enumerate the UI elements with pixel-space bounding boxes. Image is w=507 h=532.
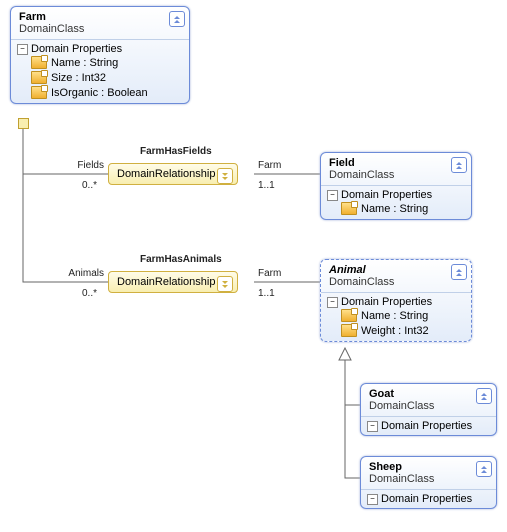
property-icon — [341, 324, 357, 337]
relationship-farmhasfields[interactable]: DomainRelationship — [108, 163, 238, 185]
port-icon[interactable] — [18, 118, 29, 129]
class-animal[interactable]: Animal DomainClass −Domain Properties Na… — [320, 259, 472, 342]
role-label: Farm — [258, 268, 281, 279]
class-stereotype: DomainClass — [329, 276, 451, 288]
minus-icon[interactable]: − — [327, 297, 338, 308]
class-goat[interactable]: Goat DomainClass −Domain Properties — [360, 383, 497, 436]
property-row[interactable]: Name : String — [17, 55, 183, 70]
property-row[interactable]: Size : Int32 — [17, 70, 183, 85]
expand-icon[interactable] — [217, 276, 233, 292]
collapse-icon[interactable] — [476, 388, 492, 404]
class-name: Farm — [19, 11, 169, 23]
role-label: Farm — [258, 160, 281, 171]
class-stereotype: DomainClass — [369, 473, 476, 485]
minus-icon[interactable]: − — [17, 44, 28, 55]
properties-section: −Domain Properties Name : String Weight … — [321, 292, 471, 341]
property-icon — [31, 56, 47, 69]
minus-icon[interactable]: − — [367, 494, 378, 505]
property-icon — [31, 71, 47, 84]
property-icon — [341, 202, 357, 215]
property-row[interactable]: Name : String — [327, 201, 465, 216]
property-icon — [31, 86, 47, 99]
class-field[interactable]: Field DomainClass −Domain Properties Nam… — [320, 152, 472, 220]
property-row[interactable]: IsOrganic : Boolean — [17, 85, 183, 100]
collapse-icon[interactable] — [451, 264, 467, 280]
collapse-icon[interactable] — [476, 461, 492, 477]
multiplicity-label: 0..* — [82, 288, 97, 299]
role-label: Fields — [58, 160, 104, 171]
expand-icon[interactable] — [217, 168, 233, 184]
property-row[interactable]: Weight : Int32 — [327, 323, 465, 338]
class-name: Field — [329, 157, 451, 169]
properties-section: −Domain Properties Name : String — [321, 185, 471, 219]
relationship-farmhasanimals[interactable]: DomainRelationship — [108, 271, 238, 293]
class-stereotype: DomainClass — [329, 169, 451, 181]
properties-section: −Domain Properties — [361, 489, 496, 508]
minus-icon[interactable]: − — [327, 190, 338, 201]
multiplicity-label: 0..* — [82, 180, 97, 191]
property-row[interactable]: Name : String — [327, 308, 465, 323]
class-sheep[interactable]: Sheep DomainClass −Domain Properties — [360, 456, 497, 509]
class-stereotype: DomainClass — [369, 400, 476, 412]
class-header: Farm DomainClass — [11, 7, 189, 39]
properties-section: −Domain Properties Name : String Size : … — [11, 39, 189, 103]
collapse-icon[interactable] — [451, 157, 467, 173]
relationship-name: FarmHasAnimals — [140, 254, 222, 265]
class-header: Goat DomainClass — [361, 384, 496, 416]
class-name: Animal — [329, 264, 451, 276]
class-name: Goat — [369, 388, 476, 400]
minus-icon[interactable]: − — [367, 421, 378, 432]
collapse-icon[interactable] — [169, 11, 185, 27]
property-icon — [341, 309, 357, 322]
class-header: Animal DomainClass — [321, 260, 471, 292]
class-stereotype: DomainClass — [19, 23, 169, 35]
class-name: Sheep — [369, 461, 476, 473]
multiplicity-label: 1..1 — [258, 180, 275, 191]
relationship-name: FarmHasFields — [140, 146, 212, 157]
class-header: Field DomainClass — [321, 153, 471, 185]
properties-section: −Domain Properties — [361, 416, 496, 435]
multiplicity-label: 1..1 — [258, 288, 275, 299]
role-label: Animals — [50, 268, 104, 279]
class-farm[interactable]: Farm DomainClass −Domain Properties Name… — [10, 6, 190, 104]
class-header: Sheep DomainClass — [361, 457, 496, 489]
